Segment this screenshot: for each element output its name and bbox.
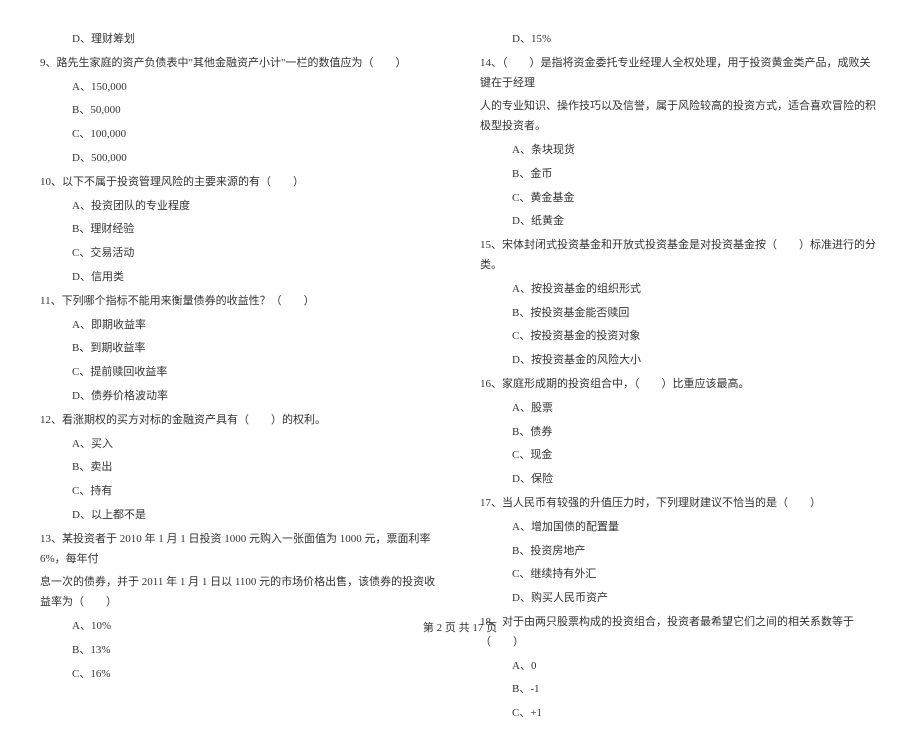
q15-opt-b: B、按投资基金能否赎回	[480, 304, 880, 324]
q16-opt-b: B、债券	[480, 423, 880, 443]
q17-opt-c: C、继续持有外汇	[480, 565, 880, 585]
q14-opt-a: A、条块现货	[480, 141, 880, 161]
q15-opt-c: C、按投资基金的投资对象	[480, 327, 880, 347]
q17-opt-b: B、投资房地产	[480, 542, 880, 562]
prev-option-d-right: D、15%	[480, 30, 880, 50]
q15-stem: 15、宋体封闭式投资基金和开放式投资基金是对投资基金按（ ）标准进行的分类。	[480, 236, 880, 276]
q16-opt-d: D、保险	[480, 470, 880, 490]
q9-opt-c: C、100,000	[40, 125, 440, 145]
q17-stem: 17、当人民币有较强的升值压力时，下列理财建议不恰当的是（ ）	[480, 494, 880, 514]
q17-opt-a: A、增加国债的配置量	[480, 518, 880, 538]
q10-opt-a: A、投资团队的专业程度	[40, 197, 440, 217]
page-footer: 第 2 页 共 17 页	[0, 619, 920, 635]
q17-opt-d: D、购买人民币资产	[480, 589, 880, 609]
q10-opt-b: B、理财经验	[40, 220, 440, 240]
q14-opt-d: D、纸黄金	[480, 212, 880, 232]
q13-stem-line2: 息一次的债券，并于 2011 年 1 月 1 日以 1100 元的市场价格出售，…	[40, 573, 440, 613]
q18-opt-a: A、0	[480, 657, 880, 677]
q14-stem-line1: 14、（ ）是指将资金委托专业经理人全权处理，用于投资黄金类产品，成败关键在于经…	[480, 54, 880, 94]
q12-opt-d: D、以上都不是	[40, 506, 440, 526]
q18-opt-c: C、+1	[480, 704, 880, 724]
q14-opt-b: B、金币	[480, 165, 880, 185]
q14-opt-c: C、黄金基金	[480, 189, 880, 209]
q12-stem: 12、看涨期权的买方对标的金融资产具有（ ）的权利。	[40, 411, 440, 431]
q11-opt-c: C、提前赎回收益率	[40, 363, 440, 383]
q11-opt-a: A、即期收益率	[40, 316, 440, 336]
q15-opt-a: A、按投资基金的组织形式	[480, 280, 880, 300]
q9-stem: 9、路先生家庭的资产负债表中"其他金融资产小计"一栏的数值应为（ ）	[40, 54, 440, 74]
q11-opt-d: D、债券价格波动率	[40, 387, 440, 407]
q10-opt-d: D、信用类	[40, 268, 440, 288]
q15-opt-d: D、按投资基金的风险大小	[480, 351, 880, 371]
q12-opt-c: C、持有	[40, 482, 440, 502]
q11-stem: 11、下列哪个指标不能用来衡量债券的收益性？（ ）	[40, 292, 440, 312]
q10-stem: 10、以下不属于投资管理风险的主要来源的有（ ）	[40, 173, 440, 193]
q9-opt-b: B、50,000	[40, 101, 440, 121]
q9-opt-a: A、150,000	[40, 78, 440, 98]
q10-opt-c: C、交易活动	[40, 244, 440, 264]
q14-stem-line2: 人的专业知识、操作技巧以及信誉，属于风险较高的投资方式，适合喜欢冒险的积极型投资…	[480, 97, 880, 137]
q16-opt-c: C、现金	[480, 446, 880, 466]
q11-opt-b: B、到期收益率	[40, 339, 440, 359]
q16-opt-a: A、股票	[480, 399, 880, 419]
q13-stem-line1: 13、某投资者于 2010 年 1 月 1 日投资 1000 元购入一张面值为 …	[40, 530, 440, 570]
q16-stem: 16、家庭形成期的投资组合中，（ ）比重应该最高。	[480, 375, 880, 395]
q13-opt-b: B、13%	[40, 641, 440, 661]
q13-opt-c: C、16%	[40, 665, 440, 685]
q12-opt-a: A、买入	[40, 435, 440, 455]
prev-option-d: D、理财筹划	[40, 30, 440, 50]
q18-opt-b: B、-1	[480, 680, 880, 700]
q9-opt-d: D、500,000	[40, 149, 440, 169]
q12-opt-b: B、卖出	[40, 458, 440, 478]
